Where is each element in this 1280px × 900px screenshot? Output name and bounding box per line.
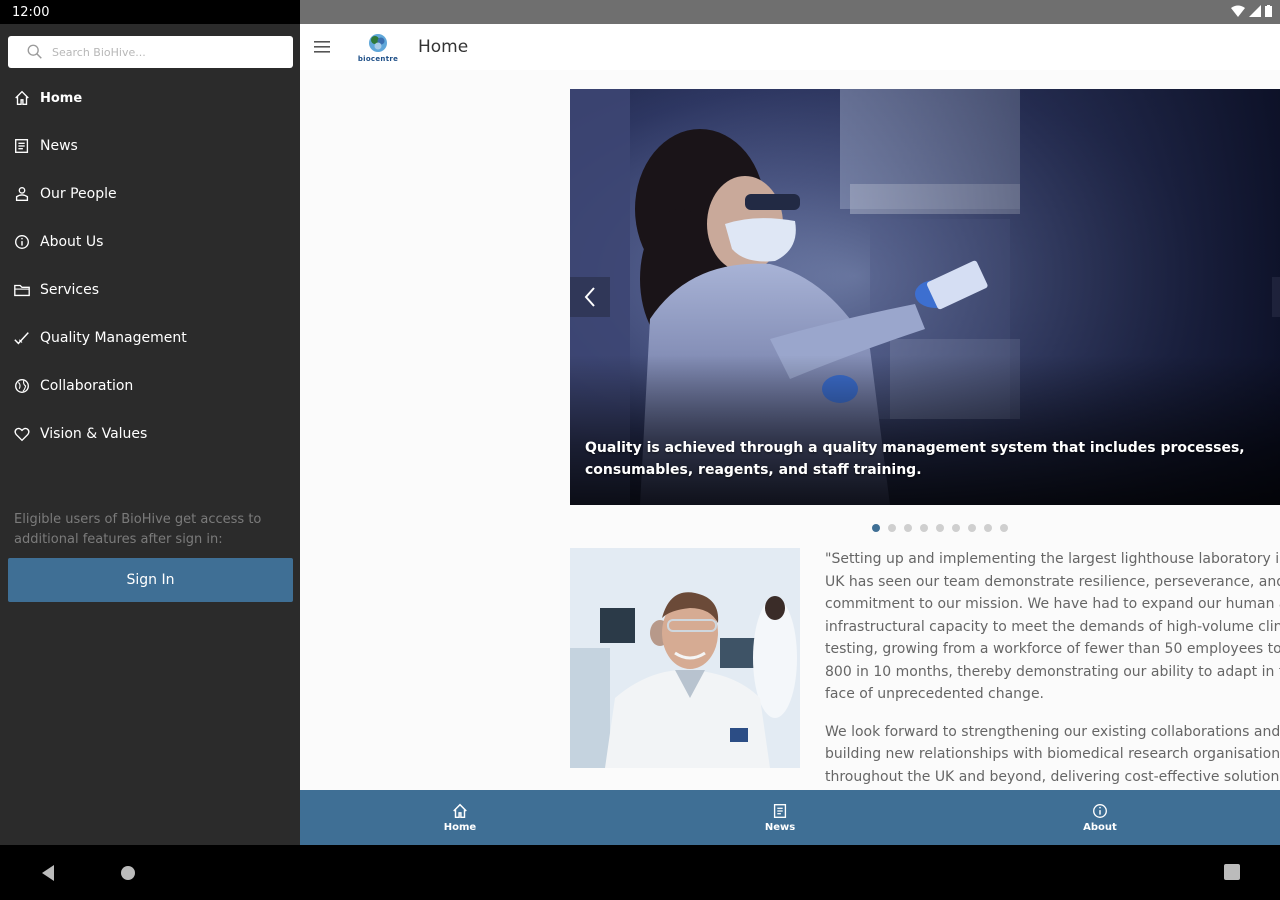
bottom-nav-label: About xyxy=(1083,822,1117,833)
search-input[interactable] xyxy=(52,45,272,59)
sidebar-item-about-us[interactable]: About Us xyxy=(0,218,300,266)
status-bar xyxy=(300,0,1280,24)
carousel-indicators xyxy=(872,524,1008,532)
sidebar-item-label: Quality Management xyxy=(40,330,187,346)
logo-emblem-icon xyxy=(369,33,387,52)
info-icon xyxy=(12,232,32,252)
next-slide-button[interactable] xyxy=(1272,277,1280,317)
article-line: 800 in 10 months, thereby demonstrating … xyxy=(825,663,1280,680)
wifi-icon xyxy=(1231,5,1245,17)
carousel-dot[interactable] xyxy=(872,524,880,532)
app-bar: biocentre Home xyxy=(300,24,1280,70)
article-text: "Setting up and implementing the largest… xyxy=(825,548,1280,803)
article-paragraph-1: "Setting up and implementing the largest… xyxy=(825,548,1280,706)
logo-text: biocentre xyxy=(357,54,399,63)
article-line: face of unprecedented change. xyxy=(825,686,1045,702)
news-icon xyxy=(773,804,787,818)
content-area: Quality is achieved through a quality ma… xyxy=(300,70,1280,790)
article-paragraph-2: We look forward to strengthening our exi… xyxy=(825,721,1280,789)
bottom-nav-label: News xyxy=(764,822,796,833)
folder-icon xyxy=(12,280,32,300)
heart-icon xyxy=(12,424,32,444)
home-circle-icon[interactable] xyxy=(120,865,136,881)
back-icon[interactable] xyxy=(40,864,56,882)
sidebar-item-label: Our People xyxy=(40,186,117,202)
sidebar-item-quality-management[interactable]: Quality Management xyxy=(0,314,300,362)
carousel-dot[interactable] xyxy=(888,524,896,532)
image-carousel[interactable]: Quality is achieved through a quality ma… xyxy=(570,89,1280,505)
sign-in-button[interactable]: Sign In xyxy=(8,558,293,602)
sidebar-item-label: Vision & Values xyxy=(40,426,148,442)
sidebar-item-collaboration[interactable]: Collaboration xyxy=(0,362,300,410)
menu-icon[interactable] xyxy=(314,40,332,54)
article-line: building new relationships with biomedic… xyxy=(825,746,1280,762)
article-line: We look forward to strengthening our exi… xyxy=(825,723,1280,740)
home-icon xyxy=(453,803,467,819)
battery-icon xyxy=(1265,5,1272,17)
search-box[interactable] xyxy=(8,36,293,68)
carousel-dot[interactable] xyxy=(936,524,944,532)
biocentre-logo[interactable]: biocentre xyxy=(352,28,404,66)
carousel-dot[interactable] xyxy=(920,524,928,532)
page-title: Home xyxy=(418,37,469,57)
article-line: UK has seen our team demonstrate resilie… xyxy=(825,573,1280,590)
status-time: 12:00 xyxy=(0,0,300,24)
slide-caption: Quality is achieved through a quality ma… xyxy=(585,440,1245,478)
signal-icon xyxy=(1249,5,1261,17)
status-icons xyxy=(1231,5,1272,17)
bottom-nav-about[interactable]: About xyxy=(940,790,1260,845)
bottom-nav-label: Home xyxy=(443,822,477,833)
sidebar-item-label: News xyxy=(40,138,78,154)
previous-slide-button[interactable] xyxy=(570,277,610,317)
globe-icon xyxy=(12,376,32,396)
search-icon xyxy=(27,44,42,59)
article-line: throughout the UK and beyond, delivering… xyxy=(825,768,1280,785)
sidebar-item-services[interactable]: Services xyxy=(0,266,300,314)
article-line: commitment to our mission. We have had t… xyxy=(825,596,1280,612)
article-line: infrastructural capacity to meet the dem… xyxy=(825,618,1280,635)
signin-note: Eligible users of BioHive get access to … xyxy=(14,512,262,547)
carousel-dot[interactable] xyxy=(1000,524,1008,532)
article-line: testing, growing from a workforce of few… xyxy=(825,641,1280,657)
chevron-left-icon xyxy=(584,287,595,307)
sidebar-item-news[interactable]: News xyxy=(0,122,300,170)
main-app: biocentre Home Quality is achieved throu… xyxy=(300,0,1280,845)
recents-icon[interactable] xyxy=(1224,864,1240,880)
home-icon xyxy=(12,88,32,108)
sidebar-item-our-people[interactable]: Our People xyxy=(0,170,300,218)
carousel-dot[interactable] xyxy=(952,524,960,532)
caption-overlay xyxy=(570,355,1280,505)
carousel-dot[interactable] xyxy=(968,524,976,532)
bottom-navigation: Home News About xyxy=(300,790,1280,845)
sidebar-item-label: Collaboration xyxy=(40,378,134,394)
drawer-nav: Home News Our People About Us Services Q… xyxy=(0,74,300,458)
carousel-dot[interactable] xyxy=(904,524,912,532)
check-icon xyxy=(12,328,32,348)
info-icon xyxy=(1093,804,1107,818)
sidebar-item-label: Home xyxy=(40,90,83,106)
sidebar-item-home[interactable]: Home xyxy=(0,74,300,122)
scientist-portrait xyxy=(570,548,800,768)
system-navigation-bar xyxy=(0,845,1280,900)
sidebar-item-label: Services xyxy=(40,282,100,298)
people-icon xyxy=(12,184,32,204)
article-line: "Setting up and implementing the largest… xyxy=(825,551,1280,567)
sidebar-item-label: About Us xyxy=(40,234,104,250)
carousel-dot[interactable] xyxy=(984,524,992,532)
sidebar-item-vision-values[interactable]: Vision & Values xyxy=(0,410,300,458)
portrait-image xyxy=(570,548,800,768)
navigation-drawer: 12:00 Home News Our People xyxy=(0,0,300,845)
bottom-nav-news[interactable]: News xyxy=(620,790,940,845)
bottom-nav-home[interactable]: Home xyxy=(300,790,620,845)
news-icon xyxy=(12,136,32,156)
